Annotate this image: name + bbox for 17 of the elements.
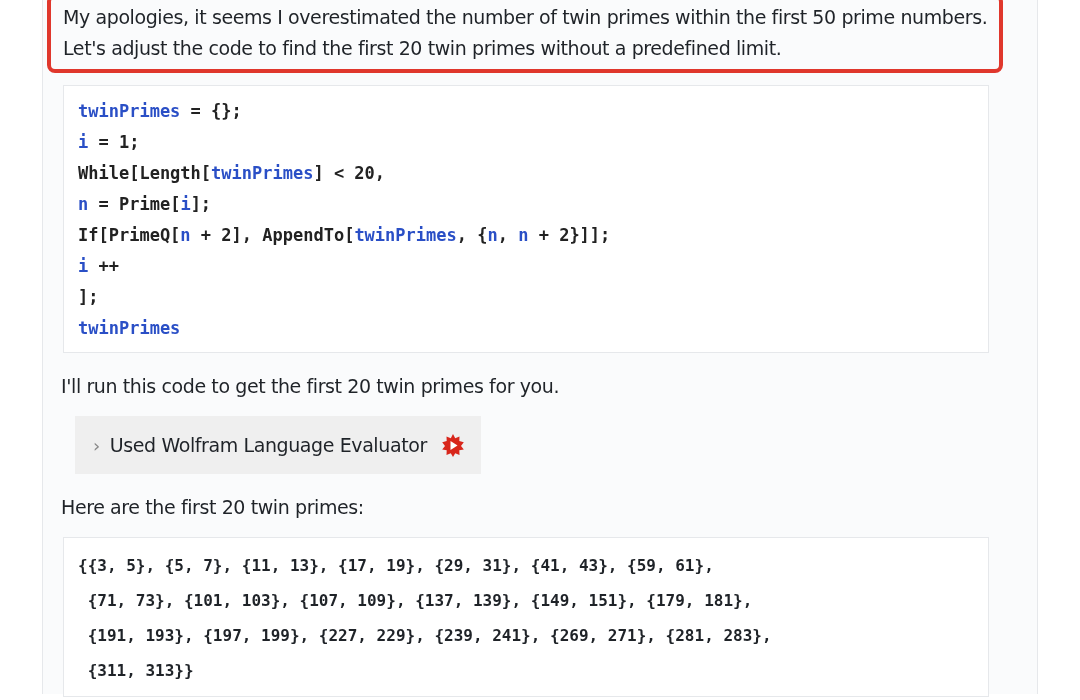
code-line: While[Length[twinPrimes] < 20, [78,162,386,185]
code-line: twinPrimes = {}; [78,100,242,123]
code-line: If[PrimeQ[n + 2], AppendTo[twinPrimes, {n, n + 2}]]; [78,224,611,247]
code-line: i ++ [78,255,119,278]
output-line: {311, 313}} [86,660,194,682]
starburst-icon [440,433,465,457]
code-line: i = 1; [78,131,140,154]
code-line: n = Prime[i]; [78,193,212,216]
message-paragraph: Here are the first 20 twin primes: [61,495,365,520]
message-paragraph: I'll run this code to get the first 20 twin primes for you. [61,374,561,399]
code-line: ]; [78,286,99,309]
output-line: {71, 73}, {101, 103}, {107, 109}, {137, 139}, {149, 151}, {179, 181}, [86,590,753,612]
output-line: {{3, 5}, {5, 7}, {11, 13}, {17, 19}, {29, 31}, {41, 43}, {59, 61}, [78,555,714,577]
output-line: {191, 193}, {197, 199}, {227, 229}, {239, 241}, {269, 271}, {281, 283}, [86,625,772,647]
message-paragraph: My apologies, it seems I overestimated the number of twin primes within the first 50 prime numbers. Let's adjust the code to find the first 20 twin primes without a predefined limit. [47,0,1004,73]
tool-call-toggle[interactable]: › Used Wolfram Language Evaluator [75,416,481,474]
code-line: twinPrimes [78,317,181,340]
